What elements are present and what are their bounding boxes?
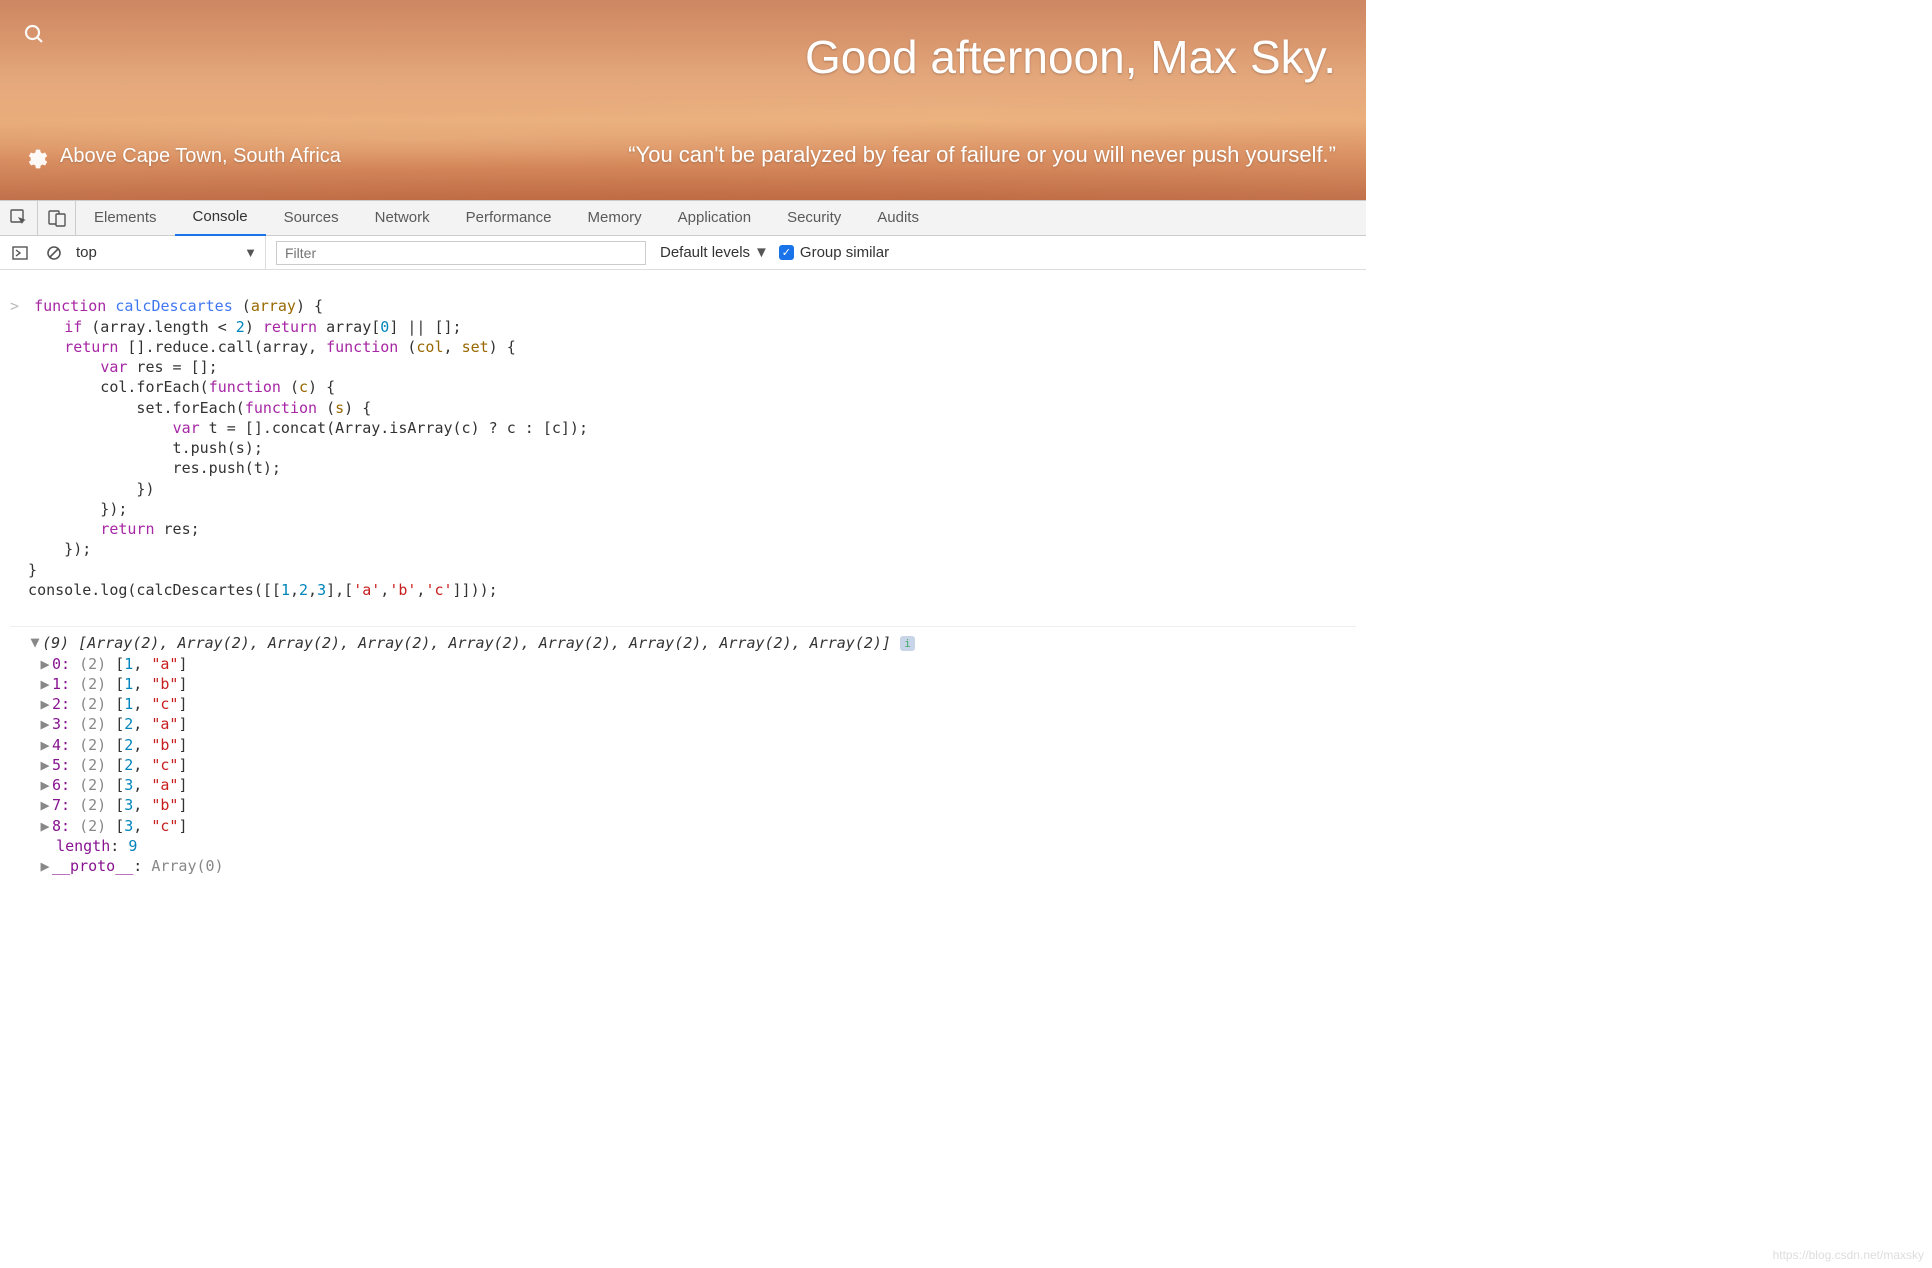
length-property: length: 9	[10, 836, 1356, 856]
console-toolbar: top ▼ Default levels ▼ ✓ Group similar	[0, 236, 1366, 270]
group-similar-toggle[interactable]: ✓ Group similar	[779, 244, 889, 261]
info-icon: i	[900, 636, 915, 651]
filter-input[interactable]	[276, 241, 646, 265]
array-entry[interactable]: ▶1: (2) [1, "b"]	[10, 674, 1356, 694]
chevron-down-icon: ▼	[754, 244, 769, 261]
tab-sources[interactable]: Sources	[266, 200, 357, 236]
tab-security[interactable]: Security	[769, 200, 859, 236]
tab-elements[interactable]: Elements	[76, 200, 175, 236]
array-entry[interactable]: ▶5: (2) [2, "c"]	[10, 755, 1356, 775]
greeting-text: Good afternoon, Max Sky.	[805, 30, 1336, 84]
checkbox-checked-icon: ✓	[779, 245, 794, 260]
context-label: top	[76, 244, 97, 261]
array-entry[interactable]: ▶7: (2) [3, "b"]	[10, 795, 1356, 815]
clear-console-icon[interactable]	[42, 241, 66, 265]
quote-text: “You can't be paralyzed by fear of failu…	[628, 142, 1336, 168]
device-toggle-icon[interactable]	[38, 200, 76, 236]
gear-icon[interactable]	[22, 146, 48, 172]
console-output: > function calcDescartes (array) { if (a…	[0, 270, 1366, 917]
location-caption: Above Cape Town, South Africa	[60, 145, 341, 168]
search-icon[interactable]	[22, 22, 46, 46]
tab-memory[interactable]: Memory	[570, 200, 660, 236]
execution-context-selector[interactable]: top ▼	[76, 236, 266, 270]
array-entry[interactable]: ▶3: (2) [2, "a"]	[10, 714, 1356, 734]
levels-label: Default levels	[660, 244, 750, 261]
group-label: Group similar	[800, 244, 889, 261]
console-sidebar-toggle-icon[interactable]	[8, 241, 32, 265]
array-entry[interactable]: ▶2: (2) [1, "c"]	[10, 694, 1356, 714]
tab-application[interactable]: Application	[660, 200, 769, 236]
proto-property[interactable]: ▶__proto__: Array(0)	[10, 856, 1356, 876]
console-input-code: > function calcDescartes (array) { if (a…	[10, 296, 1356, 600]
chevron-down-icon: ▼	[244, 245, 257, 260]
watermark-text: https://blog.csdn.net/maxsky	[1773, 1248, 1924, 1262]
output-header[interactable]: ▼(9) [Array(2), Array(2), Array(2), Arra…	[10, 633, 1356, 653]
array-entry[interactable]: ▶4: (2) [2, "b"]	[10, 735, 1356, 755]
array-entry[interactable]: ▶8: (2) [3, "c"]	[10, 816, 1356, 836]
array-entry[interactable]: ▶6: (2) [3, "a"]	[10, 775, 1356, 795]
tab-network[interactable]: Network	[357, 200, 448, 236]
devtools-tab-bar: ElementsConsoleSourcesNetworkPerformance…	[0, 200, 1366, 236]
array-entry[interactable]: ▶0: (2) [1, "a"]	[10, 654, 1356, 674]
tab-console[interactable]: Console	[175, 200, 266, 236]
tab-performance[interactable]: Performance	[448, 200, 570, 236]
log-levels-selector[interactable]: Default levels ▼	[660, 244, 769, 261]
tab-audits[interactable]: Audits	[859, 200, 937, 236]
hero-banner: Good afternoon, Max Sky. Above Cape Town…	[0, 0, 1366, 200]
console-log-output: ▼(9) [Array(2), Array(2), Array(2), Arra…	[10, 626, 1356, 876]
inspect-element-icon[interactable]	[0, 200, 38, 236]
